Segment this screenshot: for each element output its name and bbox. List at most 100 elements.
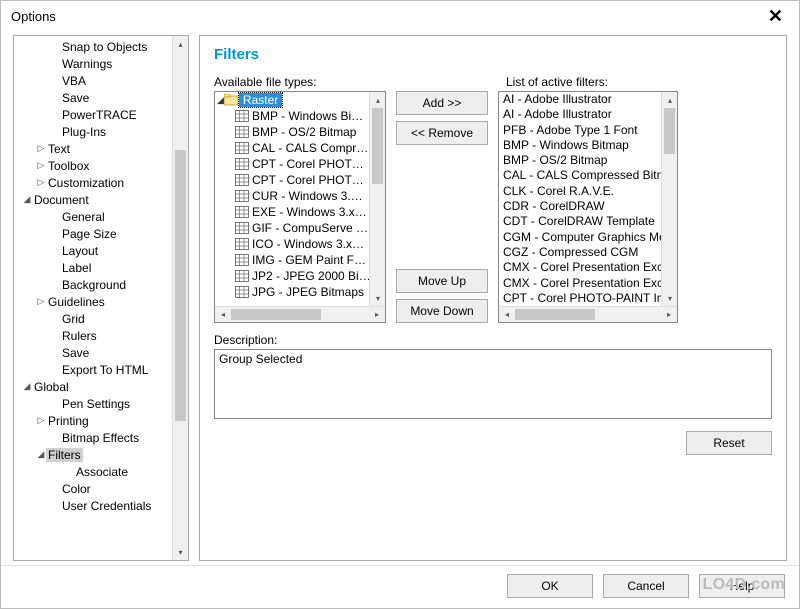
tree-item[interactable]: ◢Filters [14, 446, 172, 463]
close-icon[interactable]: ✕ [762, 7, 789, 25]
options-tree[interactable]: ▷Snap to Objects▷Warnings▷VBA▷Save▷Power… [14, 36, 172, 560]
expand-icon[interactable]: ▷ [36, 177, 46, 188]
scroll-down-icon[interactable]: ▾ [662, 290, 678, 306]
active-filter-item[interactable]: CDR - CorelDRAW [499, 199, 677, 214]
tree-item[interactable]: ▷Color [14, 480, 172, 497]
expand-icon[interactable]: ▷ [36, 160, 46, 171]
scroll-thumb[interactable] [515, 309, 595, 320]
scroll-thumb[interactable] [664, 108, 675, 154]
scroll-left-icon[interactable]: ◂ [499, 307, 515, 323]
tree-item[interactable]: ▷Associate [14, 463, 172, 480]
tree-item-label: Rulers [60, 329, 99, 343]
scroll-right-icon[interactable]: ▸ [369, 307, 385, 323]
tree-item[interactable]: ▷Page Size [14, 225, 172, 242]
ok-button[interactable]: OK [507, 574, 593, 598]
active-filter-item[interactable]: AI - Adobe Illustrator [499, 92, 677, 107]
scroll-thumb[interactable] [175, 150, 186, 421]
active-hscrollbar[interactable]: ◂ ▸ [499, 306, 677, 322]
filetype-item[interactable]: JPG - JPEG Bitmaps [215, 284, 385, 300]
scroll-up-icon[interactable]: ▴ [173, 36, 189, 52]
filetype-item[interactable]: CPT - Corel PHOT… [215, 156, 385, 172]
active-filter-item[interactable]: BMP - Windows Bitmap [499, 138, 677, 153]
active-filter-item[interactable]: PFB - Adobe Type 1 Font [499, 123, 677, 138]
tree-item[interactable]: ▷Layout [14, 242, 172, 259]
tree-item[interactable]: ▷Bitmap Effects [14, 429, 172, 446]
collapse-icon[interactable]: ◢ [22, 381, 32, 392]
active-filter-item[interactable]: CLK - Corel R.A.V.E. [499, 184, 677, 199]
expand-icon[interactable]: ▷ [36, 415, 46, 426]
scroll-right-icon[interactable]: ▸ [661, 307, 677, 323]
tree-item[interactable]: ▷Save [14, 89, 172, 106]
move-up-button[interactable]: Move Up [396, 269, 488, 293]
tree-item[interactable]: ▷Label [14, 259, 172, 276]
tree-item[interactable]: ◢Global [14, 378, 172, 395]
filetype-item[interactable]: JP2 - JPEG 2000 Bi… [215, 268, 385, 284]
tree-item[interactable]: ▷Toolbox [14, 157, 172, 174]
filetype-item[interactable]: CAL - CALS Compr… [215, 140, 385, 156]
panel-title: Filters [214, 46, 772, 63]
cancel-button[interactable]: Cancel [603, 574, 689, 598]
active-filter-item[interactable]: CGZ - Compressed CGM [499, 245, 677, 260]
filetype-item[interactable]: BMP - OS/2 Bitmap [215, 124, 385, 140]
expand-icon[interactable]: ▷ [36, 143, 46, 154]
expand-icon[interactable]: ▷ [36, 296, 46, 307]
filetype-item[interactable]: CPT - Corel PHOT… [215, 172, 385, 188]
tree-item[interactable]: ▷VBA [14, 72, 172, 89]
scroll-up-icon[interactable]: ▴ [662, 92, 678, 108]
tree-item[interactable]: ▷Grid [14, 310, 172, 327]
filetype-item[interactable]: EXE - Windows 3.x… [215, 204, 385, 220]
active-filter-item[interactable]: AI - Adobe Illustrator [499, 107, 677, 122]
tree-item[interactable]: ▷Snap to Objects [14, 38, 172, 55]
tree-item[interactable]: ◢Document [14, 191, 172, 208]
tree-item[interactable]: ▷Text [14, 140, 172, 157]
tree-item[interactable]: ▷Warnings [14, 55, 172, 72]
add-button[interactable]: Add >> [396, 91, 488, 115]
reset-button[interactable]: Reset [686, 431, 772, 455]
scroll-thumb[interactable] [372, 108, 383, 184]
avail-vscrollbar[interactable]: ▴ ▾ [369, 92, 385, 306]
active-filter-item[interactable]: CMX - Corel Presentation Excha [499, 260, 677, 275]
tree-item[interactable]: ▷Pen Settings [14, 395, 172, 412]
filetype-item[interactable]: IMG - GEM Paint F… [215, 252, 385, 268]
tree-item[interactable]: ▷Background [14, 276, 172, 293]
scroll-up-icon[interactable]: ▴ [370, 92, 386, 108]
tree-item[interactable]: ▷Guidelines [14, 293, 172, 310]
tree-item[interactable]: ▷General [14, 208, 172, 225]
description-box[interactable]: Group Selected [214, 349, 772, 419]
move-down-button[interactable]: Move Down [396, 299, 488, 323]
active-filter-item[interactable]: CDT - CorelDRAW Template [499, 214, 677, 229]
avail-hscrollbar[interactable]: ◂ ▸ [215, 306, 385, 322]
help-button[interactable]: Help [699, 574, 785, 598]
active-filter-item[interactable]: CMX - Corel Presentation Excha [499, 276, 677, 291]
tree-item[interactable]: ▷Customization [14, 174, 172, 191]
active-vscrollbar[interactable]: ▴ ▾ [661, 92, 677, 306]
active-filter-item[interactable]: CPT - Corel PHOTO-PAINT Imag [499, 291, 677, 306]
tree-item[interactable]: ▷Save [14, 344, 172, 361]
tree-item[interactable]: ▷Export To HTML [14, 361, 172, 378]
remove-button[interactable]: << Remove [396, 121, 488, 145]
scroll-down-icon[interactable]: ▾ [370, 290, 386, 306]
collapse-icon[interactable]: ◢ [22, 194, 32, 205]
tree-item[interactable]: ▷Printing [14, 412, 172, 429]
tree-vscrollbar[interactable]: ▴ ▾ [172, 36, 188, 560]
filetype-item[interactable]: CUR - Windows 3.… [215, 188, 385, 204]
collapse-icon[interactable]: ◢ [217, 95, 224, 106]
tree-item[interactable]: ▷User Credentials [14, 497, 172, 514]
scroll-down-icon[interactable]: ▾ [173, 544, 189, 560]
scroll-track[interactable] [173, 52, 188, 544]
active-filters-list[interactable]: AI - Adobe IllustratorAI - Adobe Illustr… [498, 91, 678, 323]
tree-item[interactable]: ▷Rulers [14, 327, 172, 344]
active-filter-item[interactable]: CGM - Computer Graphics Meta [499, 230, 677, 245]
tree-item[interactable]: ▷Plug-Ins [14, 123, 172, 140]
active-filter-item[interactable]: CAL - CALS Compressed Bitmap [499, 168, 677, 183]
active-filter-item[interactable]: BMP - OS/2 Bitmap [499, 153, 677, 168]
scroll-left-icon[interactable]: ◂ [215, 307, 231, 323]
filetype-item[interactable]: BMP - Windows Bi… [215, 108, 385, 124]
filetype-item[interactable]: ICO - Windows 3.x… [215, 236, 385, 252]
scroll-thumb[interactable] [231, 309, 321, 320]
filetype-item[interactable]: GIF - CompuServe … [215, 220, 385, 236]
collapse-icon[interactable]: ◢ [36, 449, 46, 460]
available-filetypes-list[interactable]: ◢ Raster BMP - Windows Bi…BMP - OS/2 Bit… [214, 91, 386, 323]
raster-group-row[interactable]: ◢ Raster [215, 92, 385, 108]
tree-item[interactable]: ▷PowerTRACE [14, 106, 172, 123]
